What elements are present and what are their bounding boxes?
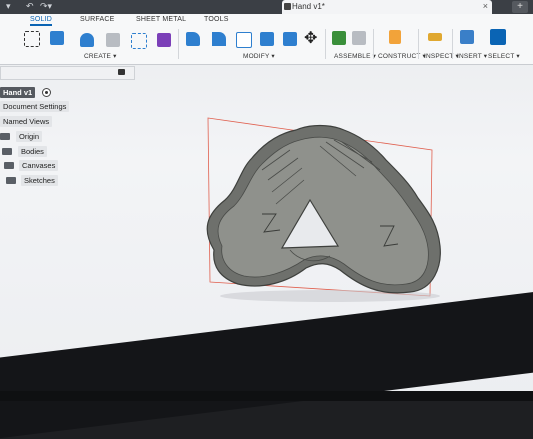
monitor-edge — [0, 391, 533, 401]
